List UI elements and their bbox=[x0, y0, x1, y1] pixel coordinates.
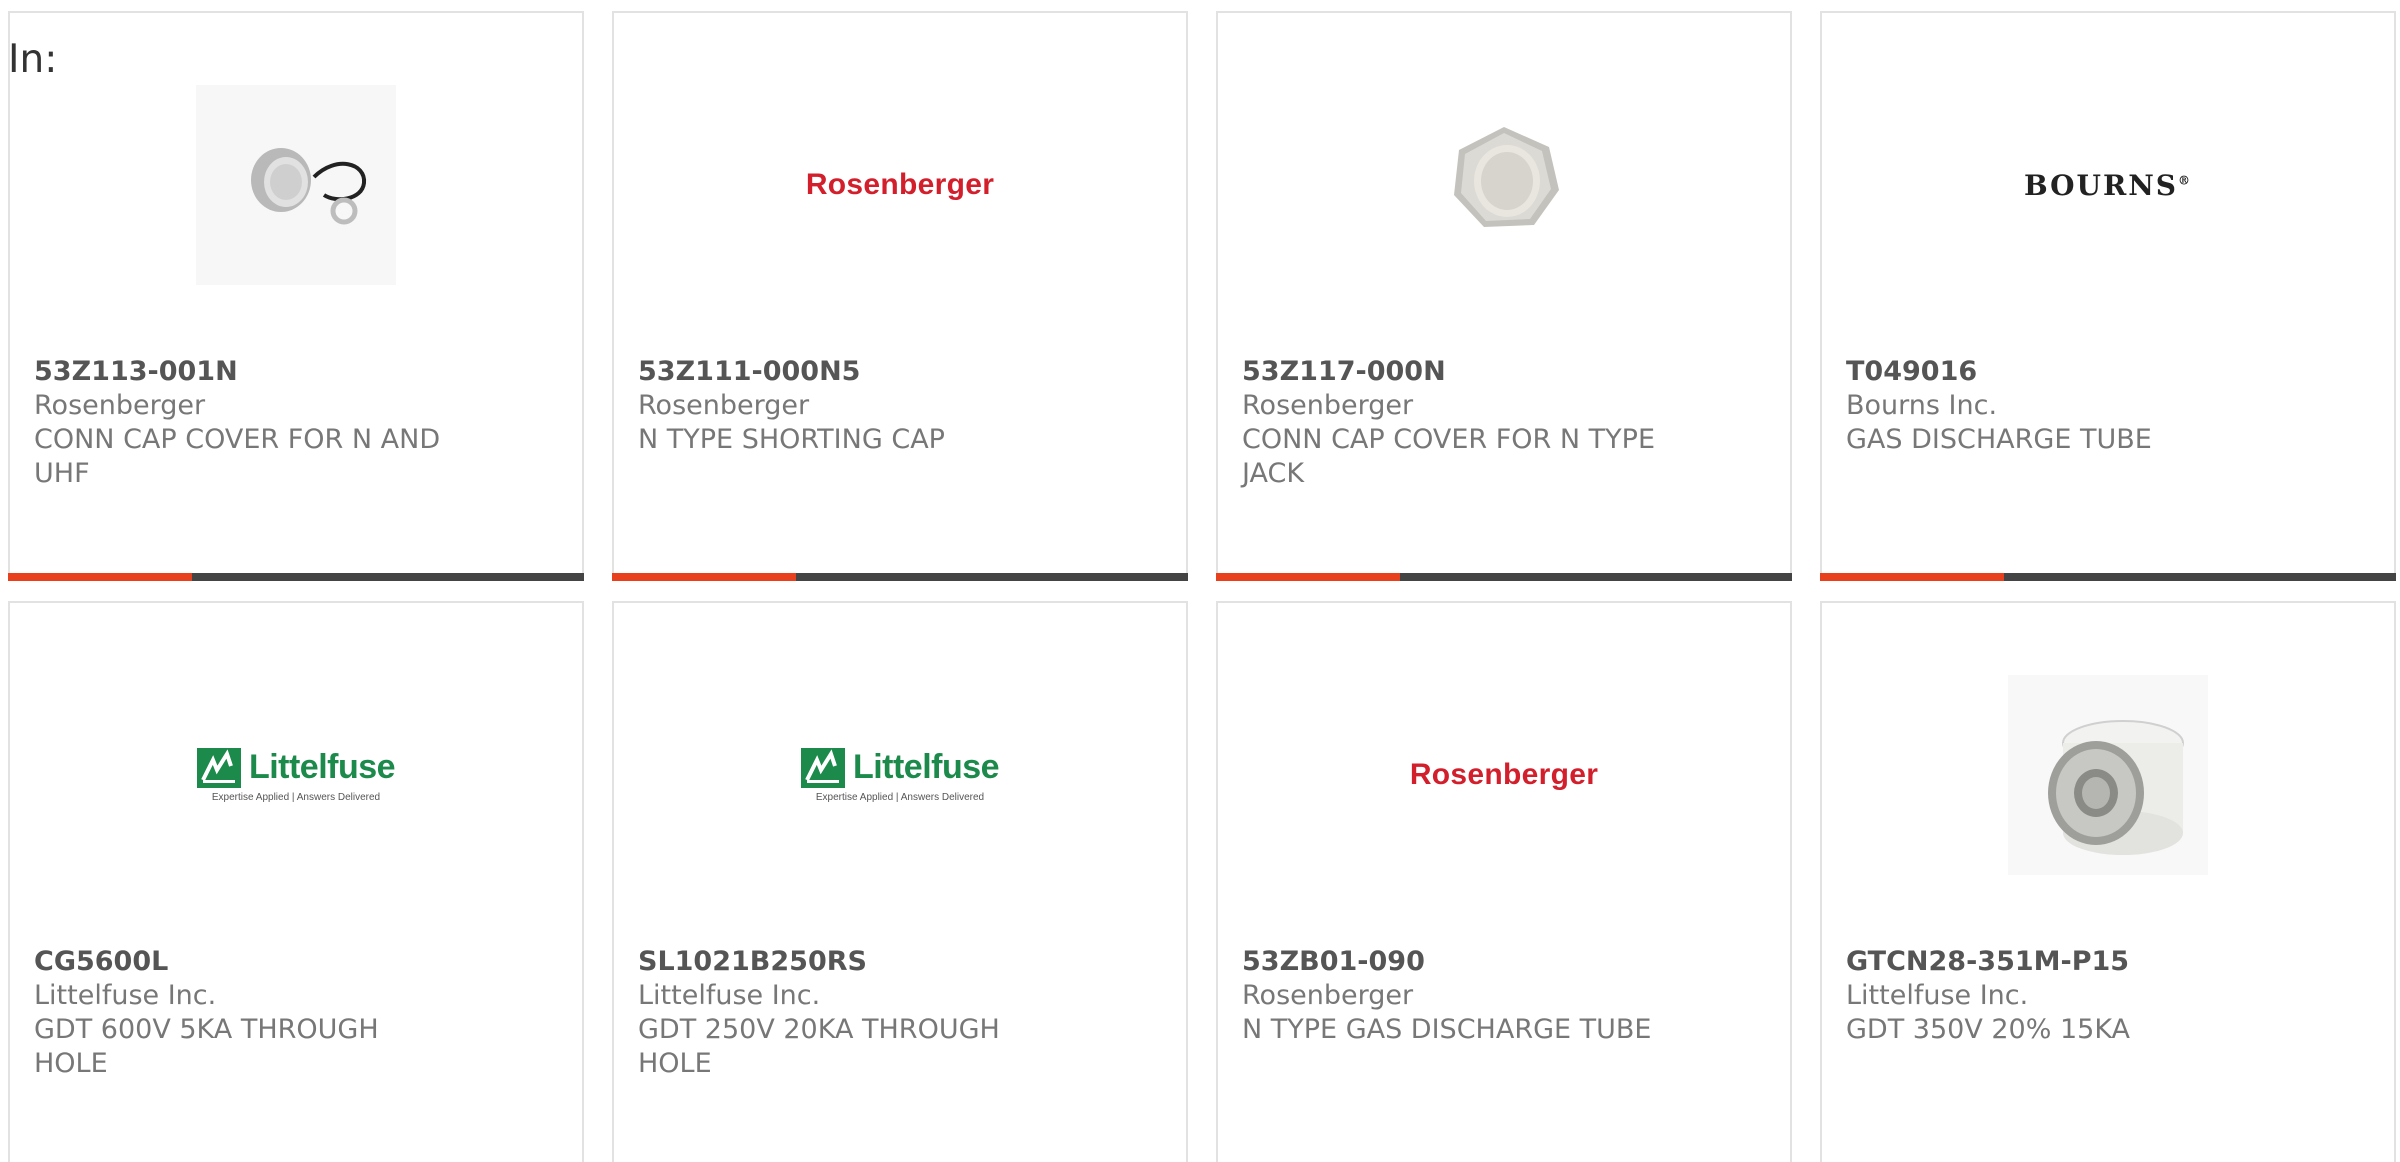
product-info: 53Z113-001N Rosenberger CONN CAP COVER F… bbox=[34, 355, 454, 491]
bar-accent bbox=[8, 573, 192, 581]
rosenberger-logo: Rosenberger bbox=[1409, 758, 1599, 791]
product-image-gdt[interactable] bbox=[2008, 675, 2208, 875]
description: GDT 350V 20% 15KA bbox=[1846, 1014, 2131, 1045]
bar-accent bbox=[612, 573, 796, 581]
manufacturer: Rosenberger bbox=[34, 390, 206, 421]
description: N TYPE SHORTING CAP bbox=[638, 424, 945, 455]
product-image-logo[interactable]: Littelfuse Expertise Applied | Answers D… bbox=[196, 675, 396, 875]
littelfuse-mark-icon bbox=[196, 747, 241, 788]
product-info: 53Z111-000N5 Rosenberger N TYPE SHORTING… bbox=[638, 355, 1058, 457]
part-number[interactable]: GTCN28-351M-P15 bbox=[1846, 945, 2266, 979]
part-number[interactable]: 53Z117-000N bbox=[1242, 355, 1662, 389]
part-number[interactable]: 53ZB01-090 bbox=[1242, 945, 1662, 979]
description: GDT 250V 20KA THROUGH HOLE bbox=[638, 1014, 1000, 1079]
product-image-cap-cover[interactable] bbox=[196, 85, 396, 285]
part-number[interactable]: 53Z111-000N5 bbox=[638, 355, 1058, 389]
product-card[interactable]: Rosenberger 53Z111-000N5 Rosenberger N T… bbox=[612, 11, 1188, 581]
product-card[interactable]: 53Z117-000N Rosenberger CONN CAP COVER F… bbox=[1216, 11, 1792, 581]
product-info: 53ZB01-090 Rosenberger N TYPE GAS DISCHA… bbox=[1242, 945, 1662, 1047]
card-bottom-bar bbox=[612, 573, 1188, 581]
manufacturer: Littelfuse Inc. bbox=[1846, 980, 2029, 1011]
manufacturer: Rosenberger bbox=[1242, 980, 1414, 1011]
product-card[interactable]: Rosenberger 53ZB01-090 Rosenberger N TYP… bbox=[1216, 601, 1792, 1162]
product-grid-page: In: 53Z113-001N Rosenberger CONN CAP COV… bbox=[0, 0, 2400, 1162]
product-image-logo[interactable]: Littelfuse Expertise Applied | Answers D… bbox=[800, 675, 1000, 875]
manufacturer: Rosenberger bbox=[638, 390, 810, 421]
description: CONN CAP COVER FOR N AND UHF bbox=[34, 424, 441, 489]
product-image-logo[interactable]: BOURNS® bbox=[2008, 85, 2208, 285]
product-card[interactable]: 53Z113-001N Rosenberger CONN CAP COVER F… bbox=[8, 11, 584, 581]
manufacturer: Littelfuse Inc. bbox=[34, 980, 217, 1011]
product-info: 53Z117-000N Rosenberger CONN CAP COVER F… bbox=[1242, 355, 1662, 491]
manufacturer: Rosenberger bbox=[1242, 390, 1414, 421]
product-image-hex-cap[interactable] bbox=[1404, 85, 1604, 285]
part-number[interactable]: T049016 bbox=[1846, 355, 2266, 389]
in-label: In: bbox=[8, 37, 58, 82]
card-bottom-bar bbox=[1216, 573, 1792, 581]
product-image-logo[interactable]: Rosenberger bbox=[1404, 675, 1604, 875]
manufacturer: Bourns Inc. bbox=[1846, 390, 1998, 421]
bar-accent bbox=[1216, 573, 1400, 581]
product-card[interactable]: GTCN28-351M-P15 Littelfuse Inc. GDT 350V… bbox=[1820, 601, 2396, 1162]
product-info: CG5600L Littelfuse Inc. GDT 600V 5KA THR… bbox=[34, 945, 454, 1081]
manufacturer: Littelfuse Inc. bbox=[638, 980, 821, 1011]
part-number[interactable]: CG5600L bbox=[34, 945, 454, 979]
bourns-logo: BOURNS® bbox=[2023, 168, 2193, 202]
product-card[interactable]: BOURNS® T049016 Bourns Inc. GAS DISCHARG… bbox=[1820, 11, 2396, 581]
part-number[interactable]: SL1021B250RS bbox=[638, 945, 1058, 979]
littelfuse-logo: Littelfuse Expertise Applied | Answers D… bbox=[196, 747, 396, 803]
description: GDT 600V 5KA THROUGH HOLE bbox=[34, 1014, 379, 1079]
card-bottom-bar bbox=[8, 573, 584, 581]
product-card[interactable]: Littelfuse Expertise Applied | Answers D… bbox=[8, 601, 584, 1162]
rosenberger-logo: Rosenberger bbox=[805, 168, 995, 201]
bar-accent bbox=[1820, 573, 2004, 581]
product-image-logo[interactable]: Rosenberger bbox=[800, 85, 1000, 285]
littelfuse-logo: Littelfuse Expertise Applied | Answers D… bbox=[800, 747, 1000, 803]
description: GAS DISCHARGE TUBE bbox=[1846, 424, 2152, 455]
card-bottom-bar bbox=[1820, 573, 2396, 581]
littelfuse-mark-icon bbox=[800, 747, 845, 788]
product-card[interactable]: Littelfuse Expertise Applied | Answers D… bbox=[612, 601, 1188, 1162]
description: N TYPE GAS DISCHARGE TUBE bbox=[1242, 1014, 1652, 1045]
product-info: GTCN28-351M-P15 Littelfuse Inc. GDT 350V… bbox=[1846, 945, 2266, 1047]
description: CONN CAP COVER FOR N TYPE JACK bbox=[1242, 424, 1656, 489]
product-info: SL1021B250RS Littelfuse Inc. GDT 250V 20… bbox=[638, 945, 1058, 1081]
part-number[interactable]: 53Z113-001N bbox=[34, 355, 454, 389]
product-info: T049016 Bourns Inc. GAS DISCHARGE TUBE bbox=[1846, 355, 2266, 457]
